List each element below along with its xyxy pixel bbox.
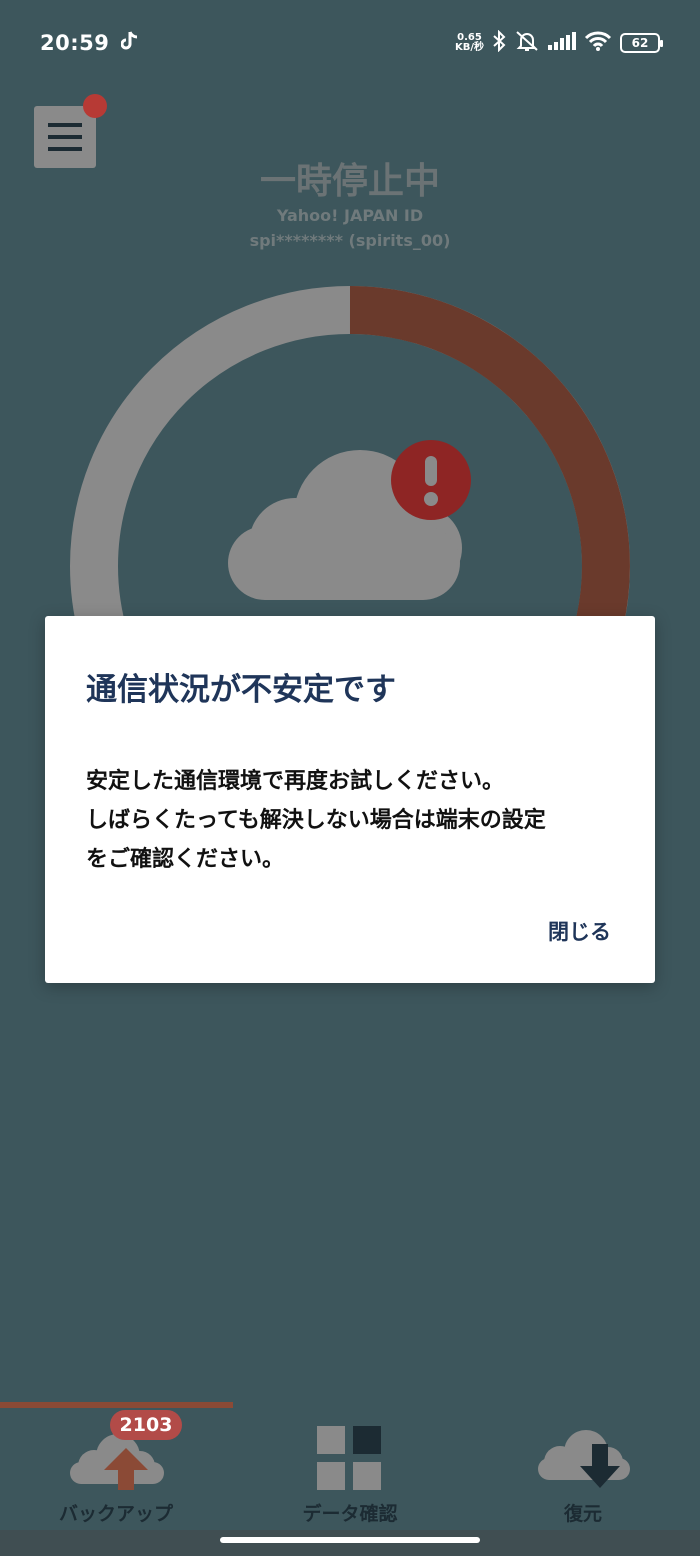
- nav-data-label: データ確認: [302, 1503, 398, 1525]
- status-right: 0.65 KB/秒 62: [455, 29, 663, 56]
- status-time: 20:59: [40, 31, 110, 55]
- net-speed: 0.65 KB/秒: [455, 33, 484, 53]
- wifi-icon: [584, 31, 612, 55]
- backup-badge: 2103: [110, 1410, 182, 1440]
- account-label: Yahoo! JAPAN ID: [276, 206, 424, 225]
- nav-backup-label: バックアップ: [58, 1503, 173, 1525]
- error-dialog: 通信状況が不安定です 安定した通信環境で再度お試しください。 しばらくたっても解…: [45, 616, 655, 983]
- nav-restore-label: 復元: [563, 1503, 602, 1525]
- status-title: 一時停止中: [259, 161, 440, 202]
- net-speed-unit: KB/秒: [454, 42, 484, 53]
- dialog-body-line: 安定した通信環境で再度お試しください。: [86, 769, 505, 794]
- nav-backup[interactable]: 2103 バックアップ: [40, 1410, 192, 1530]
- battery-icon: 62: [620, 33, 663, 53]
- nav-data[interactable]: データ確認: [270, 1410, 430, 1530]
- signal-icon: [548, 32, 576, 54]
- status-bar: 20:59 0.65 KB/秒 62: [0, 0, 700, 86]
- dialog-body-line: をご確認ください。: [86, 847, 285, 872]
- grid-icon: [317, 1426, 381, 1490]
- dialog-body-line: しばらくたっても解決しない場合は端末の設定: [86, 808, 546, 833]
- system-nav-bar: [0, 1530, 700, 1556]
- account-id: spi******** (spirits_00): [249, 231, 451, 250]
- mute-icon: [514, 30, 540, 56]
- tiktok-icon: [120, 31, 139, 55]
- notification-dot: [83, 94, 107, 118]
- bottom-nav: 2103 バックアップ データ確認 復元: [0, 1410, 700, 1530]
- backup-progress-line: [0, 1402, 233, 1408]
- bluetooth-icon: [492, 29, 506, 56]
- close-button[interactable]: 閉じる: [548, 916, 611, 946]
- nav-restore[interactable]: 復元: [520, 1410, 646, 1530]
- alert-icon: [391, 440, 471, 520]
- dialog-title: 通信状況が不安定です: [86, 672, 396, 708]
- dialog-body: 安定した通信環境で再度お試しください。 しばらくたっても解決しない場合は端末の設…: [86, 762, 626, 879]
- status-left: 20:59: [40, 31, 139, 55]
- hamburger-icon: [48, 123, 82, 151]
- restore-cloud-icon: [538, 1430, 630, 1488]
- home-indicator[interactable]: [220, 1537, 480, 1543]
